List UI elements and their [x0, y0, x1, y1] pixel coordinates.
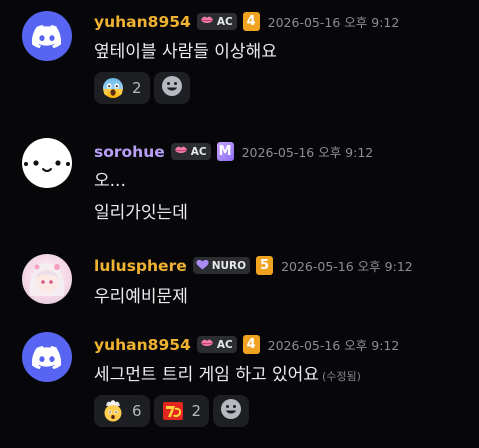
discord-logo-icon: [32, 345, 62, 369]
reaction[interactable]: 6: [94, 395, 150, 427]
exploding-head-emoji-icon: [102, 400, 124, 422]
add-reaction-button[interactable]: [213, 395, 250, 427]
user-avatar[interactable]: [22, 11, 72, 61]
reaction-count: 2: [132, 79, 142, 97]
kaomoji-face-icon: [24, 160, 70, 172]
username[interactable]: sorohue: [94, 143, 165, 161]
server-tag-label: NURO: [211, 259, 247, 272]
timestamp[interactable]: 2026-05-16 오후 9:12: [268, 12, 400, 31]
server-tag[interactable]: AC: [196, 336, 237, 353]
message-header: lulusphere NURO 5 2026-05-16 오후 9:12: [94, 256, 413, 275]
user-avatar[interactable]: [22, 138, 72, 188]
reaction-count: 6: [132, 402, 142, 420]
timestamp[interactable]: 2026-05-16 오후 9:12: [281, 256, 413, 275]
reaction-bar: 6 2: [94, 395, 253, 427]
message-text: 옆테이블 사람들 이상해요: [94, 42, 277, 62]
anime-girl-icon: [29, 263, 65, 296]
server-tag[interactable]: NURO: [192, 257, 251, 274]
message-text: 일리가잇는데: [94, 203, 188, 223]
reaction[interactable]: 2: [94, 72, 150, 104]
server-tag[interactable]: AC: [196, 13, 237, 30]
username[interactable]: yuhan8954: [94, 336, 191, 354]
level-badge[interactable]: 5: [256, 256, 274, 275]
message-text: 오...: [94, 171, 126, 191]
server-tag-label: AC: [216, 338, 233, 351]
message-header: yuhan8954 AC 4 2026-05-16 오후 9:12: [94, 335, 399, 354]
message-text: 세그먼트 트리 게임 하고 있어요 (수정됨): [94, 360, 361, 385]
purple-heart-icon: [196, 259, 209, 273]
reaction-bar: 2: [94, 72, 194, 104]
discord-logo-icon: [32, 24, 62, 48]
lips-icon: [200, 338, 214, 351]
add-reaction-button[interactable]: [153, 72, 190, 104]
server-tag-label: AC: [190, 145, 207, 158]
timestamp[interactable]: 2026-05-16 오후 9:12: [242, 142, 374, 161]
sticker-emoji-icon: [162, 400, 184, 422]
add-reaction-icon: [161, 75, 183, 101]
reaction[interactable]: 2: [153, 395, 210, 427]
username[interactable]: yuhan8954: [94, 13, 191, 31]
message-header: yuhan8954 AC 4 2026-05-16 오후 9:12: [94, 12, 399, 31]
level-badge[interactable]: 4: [242, 12, 260, 31]
lips-icon: [174, 145, 188, 158]
message-header: sorohue AC M 2026-05-16 오후 9:12: [94, 142, 373, 161]
lips-icon: [200, 15, 214, 28]
edited-indicator[interactable]: (수정됨): [322, 370, 361, 383]
username[interactable]: lulusphere: [94, 257, 187, 275]
timestamp[interactable]: 2026-05-16 오후 9:12: [268, 335, 400, 354]
server-tag-label: AC: [216, 15, 233, 28]
message-text: 우리예비문제: [94, 287, 188, 307]
add-reaction-icon: [220, 398, 242, 424]
reaction-count: 2: [191, 402, 202, 420]
level-badge[interactable]: 4: [242, 335, 260, 354]
server-tag[interactable]: AC: [170, 143, 211, 160]
user-avatar[interactable]: [22, 332, 72, 382]
scream-emoji-icon: [102, 77, 124, 99]
message-content: 세그먼트 트리 게임 하고 있어요: [94, 365, 319, 385]
level-badge[interactable]: M: [216, 142, 234, 161]
user-avatar[interactable]: [22, 254, 72, 304]
